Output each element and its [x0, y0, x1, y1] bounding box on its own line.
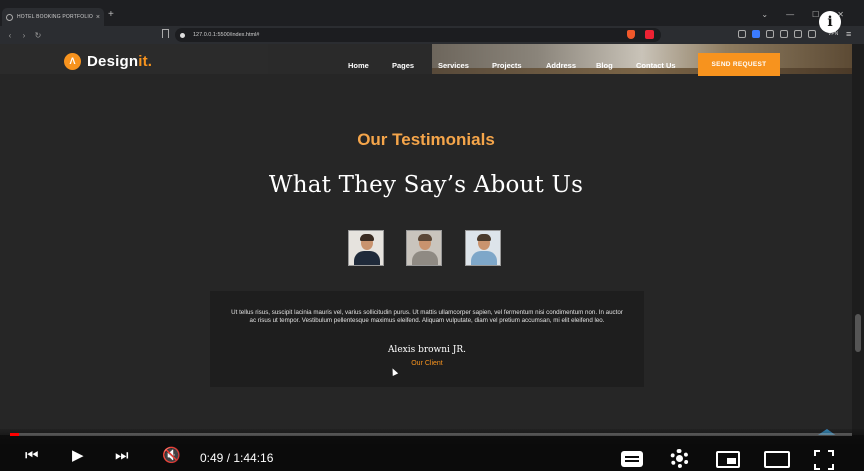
- subtitles-icon[interactable]: [621, 451, 643, 467]
- logo-text: Designit.: [87, 53, 152, 70]
- maximize-icon[interactable]: ☐: [812, 10, 819, 19]
- avatar-body: [471, 251, 497, 265]
- progress-fill: [10, 433, 20, 436]
- wallet-icon[interactable]: [794, 30, 802, 38]
- client-avatar-1[interactable]: [348, 230, 384, 266]
- site-header: Λ Designit. Home Pages Services Projects…: [0, 44, 852, 76]
- client-avatar-3[interactable]: [465, 230, 501, 266]
- fullscreen-corner: [828, 450, 834, 456]
- new-tab-button[interactable]: +: [108, 10, 114, 20]
- reload-icon[interactable]: ↻: [34, 31, 42, 40]
- back-icon[interactable]: ‹: [6, 31, 14, 40]
- minimize-icon[interactable]: —: [786, 10, 794, 19]
- menu-icon[interactable]: ≡: [846, 30, 851, 39]
- nav-projects[interactable]: Projects: [492, 61, 522, 70]
- send-request-button[interactable]: SEND REQUEST: [698, 53, 780, 76]
- section-kicker: Our Testimonials: [357, 130, 495, 149]
- next-icon[interactable]: ⏭: [115, 447, 129, 465]
- nav-address[interactable]: Address: [546, 61, 576, 70]
- webpage: Λ Designit. Home Pages Services Projects…: [0, 44, 852, 435]
- brave-shield-icon[interactable]: [627, 30, 635, 39]
- testimonial-card: Ut tellus risus, suscipit lacinia mauris…: [210, 291, 644, 387]
- fullscreen-corner: [814, 450, 820, 456]
- previous-icon[interactable]: ⏮: [25, 447, 39, 465]
- mute-icon[interactable]: 🔇: [162, 447, 181, 465]
- testimonial-quote: Ut tellus risus, suscipit lacinia mauris…: [231, 309, 623, 324]
- client-role: Our Client: [411, 360, 443, 367]
- fullscreen-icon[interactable]: [814, 450, 834, 470]
- client-name: Alexis browni JR.: [387, 345, 467, 355]
- sidebar-icon[interactable]: [780, 30, 788, 38]
- rewards-icon[interactable]: [645, 30, 654, 39]
- time-display: 0:49 / 1:44:16: [200, 451, 274, 465]
- avatar-hair: [418, 234, 432, 241]
- page-scrollbar[interactable]: [852, 44, 864, 435]
- close-tab-icon[interactable]: ×: [96, 14, 100, 21]
- fullscreen-corner: [828, 464, 834, 470]
- section-title: What They Say’s About Us: [268, 172, 584, 198]
- browser-tab[interactable]: HOTEL BOOKING PORTFOLIO ×: [2, 8, 104, 26]
- nav-contact[interactable]: Contact Us: [636, 61, 676, 70]
- logo-accent: it.: [138, 53, 153, 70]
- nav-pages[interactable]: Pages: [392, 61, 414, 70]
- globe-icon: [6, 13, 13, 21]
- url-text[interactable]: 127.0.0.1:5500/index.html#: [193, 32, 259, 38]
- scrollbar-thumb[interactable]: [855, 314, 861, 352]
- theater-mode-icon[interactable]: [764, 451, 790, 468]
- logo-icon: Λ: [64, 53, 81, 70]
- extensions-area: [738, 30, 816, 38]
- browser-tab-bar: HOTEL BOOKING PORTFOLIO × + ⌄ — ☐ ✕: [0, 0, 864, 26]
- play-icon[interactable]: ▶: [72, 447, 84, 465]
- extension-icon[interactable]: [752, 30, 760, 38]
- nav-blog[interactable]: Blog: [596, 61, 613, 70]
- progress-bar[interactable]: [10, 433, 852, 436]
- avatar-body: [354, 251, 380, 265]
- tab-title: HOTEL BOOKING PORTFOLIO: [17, 14, 94, 20]
- video-player-controls: ⏮ ▶ ⏭ 🔇 0:49 / 1:44:16: [0, 429, 864, 471]
- avatar-body: [412, 251, 438, 265]
- nav-services[interactable]: Services: [438, 61, 469, 70]
- settings-icon[interactable]: [670, 449, 689, 468]
- avatar-hair: [477, 234, 491, 241]
- nav-home[interactable]: Home: [348, 61, 369, 70]
- site-info-icon[interactable]: [180, 32, 185, 38]
- avatar-hair: [360, 234, 374, 241]
- profile-icon[interactable]: [808, 30, 816, 38]
- puzzle-icon[interactable]: [766, 30, 774, 38]
- miniplayer-icon[interactable]: [716, 451, 740, 468]
- fullscreen-corner: [814, 464, 820, 470]
- address-bar[interactable]: 127.0.0.1:5500/index.html#: [175, 28, 661, 42]
- info-icon[interactable]: i: [819, 11, 841, 33]
- client-avatar-2[interactable]: [406, 230, 442, 266]
- bookmark-icon[interactable]: [162, 29, 169, 38]
- tab-search-icon[interactable]: ⌄: [761, 10, 768, 19]
- forward-icon[interactable]: ›: [20, 31, 28, 40]
- pen-icon[interactable]: [738, 30, 746, 38]
- logo-main: Design: [87, 53, 139, 70]
- site-logo[interactable]: Λ Designit.: [64, 53, 152, 70]
